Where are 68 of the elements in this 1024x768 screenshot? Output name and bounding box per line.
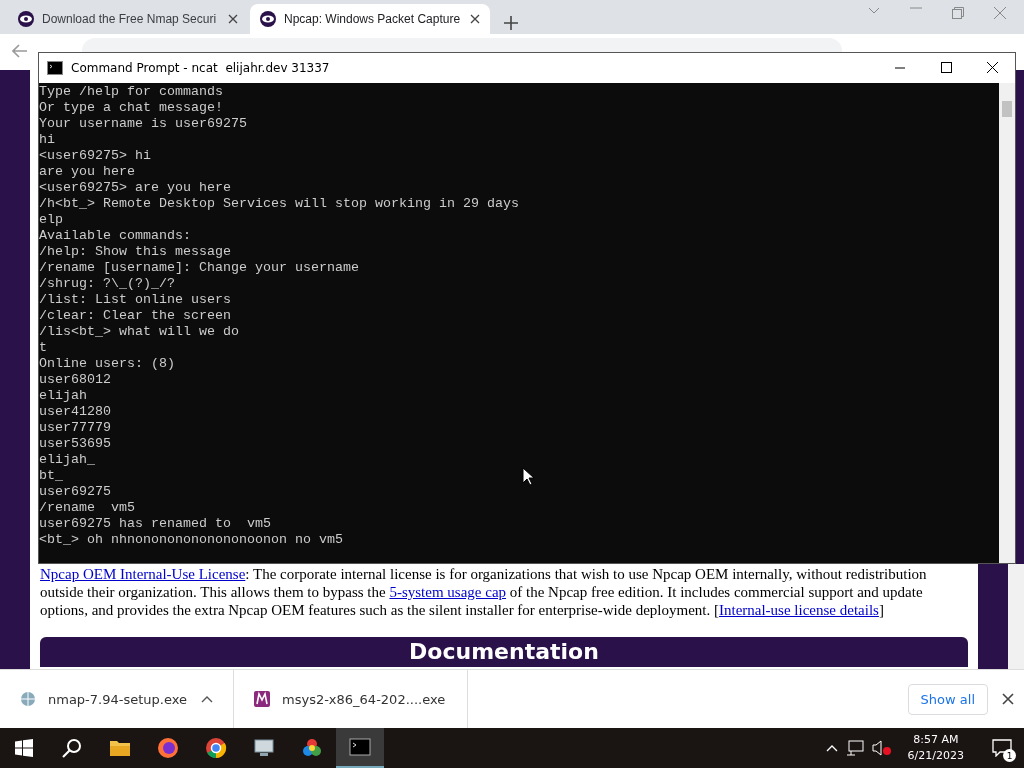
console-line: user69275 has renamed to vm5	[39, 516, 271, 532]
eye-icon	[260, 11, 276, 27]
section-heading: Documentation	[40, 637, 968, 667]
network-icon[interactable]	[845, 740, 864, 756]
console-line: user68012	[39, 372, 111, 388]
terminal-icon	[47, 61, 63, 75]
console-line: Online users: (8)	[39, 356, 175, 372]
console-line: elp	[39, 212, 63, 228]
console-line: /lis<bt_> what will we do	[39, 324, 239, 340]
scrollbar[interactable]	[999, 83, 1015, 563]
console-line: are you here	[39, 164, 135, 180]
restore-icon[interactable]	[952, 7, 964, 19]
console-line: elijah	[39, 388, 87, 404]
close-icon[interactable]	[228, 14, 238, 24]
monitor-icon[interactable]	[253, 738, 275, 758]
console-line: user53695	[39, 436, 111, 452]
chevron-down-icon[interactable]	[868, 7, 880, 15]
license-paragraph: Npcap OEM Internal-Use License: The corporate internal license is for organizations that wish to use Npcap OEM internally, without redistribution outside their organization. This allows them to bypass the 5-system usage cap of the Npcap free edition. It includes commercial support and update options, and provides the extra Npcap OEM features such as the silent installer for enterprise-wide deployment. [Internal-use license details]	[40, 565, 928, 619]
new-tab-icon[interactable]	[504, 16, 518, 30]
text-link[interactable]: 5-system usage cap	[389, 584, 507, 600]
console-line: Your username is user69275	[39, 116, 247, 132]
notification-icon[interactable]	[992, 739, 1012, 757]
console-line: hi	[39, 132, 55, 148]
close-icon[interactable]	[470, 14, 480, 24]
scrollbar[interactable]	[1008, 564, 1024, 669]
show-all-button[interactable]: Show all	[907, 683, 988, 715]
clock-date[interactable]: 6/21/2023	[907, 748, 964, 764]
globe-icon	[20, 691, 36, 707]
console-line: /clear: Clear the screen	[39, 308, 231, 324]
console-line: /list: List online users	[39, 292, 231, 308]
console-line: user77779	[39, 420, 111, 436]
browser-tab[interactable]: Npcap: Windows Packet Capture	[250, 4, 490, 34]
terminal-icon[interactable]	[349, 738, 371, 756]
taskbar-button[interactable]	[336, 728, 384, 768]
volume-muted-icon[interactable]	[871, 740, 892, 756]
eye-icon	[18, 11, 34, 27]
console-line: Available commands:	[39, 228, 191, 244]
firefox-icon[interactable]	[157, 737, 179, 759]
console-line: bt_	[39, 468, 63, 484]
search-icon[interactable]	[62, 738, 82, 758]
back-icon[interactable]	[12, 44, 28, 58]
console-line: /shrug: ?\_(?)_/?	[39, 276, 175, 292]
console-line: user69275	[39, 484, 111, 500]
console-line: t	[39, 340, 47, 356]
mouse-pointer-icon	[522, 467, 534, 486]
browser-tab[interactable]: Download the Free Nmap Securi	[8, 4, 248, 34]
console-line: Or type a chat message!	[39, 100, 223, 116]
notification-count: 1	[1003, 749, 1016, 762]
start-icon[interactable]	[15, 739, 33, 757]
console-line: /help: Show this message	[39, 244, 231, 260]
window-title: Command Prompt - ncat elijahr.dev 31337	[71, 61, 330, 75]
console-line: /rename [username]: Change your username	[39, 260, 359, 276]
text-link[interactable]: Internal-use license details	[718, 602, 879, 618]
msys-icon	[254, 691, 270, 707]
clock-time[interactable]: 8:57 AM	[913, 732, 959, 748]
console-line: user41280	[39, 404, 111, 420]
chevron-up-icon[interactable]	[201, 695, 213, 703]
folder-icon[interactable]	[109, 739, 131, 757]
console-line: /rename vm5	[39, 500, 135, 516]
console-line: /h<bt_> Remote Desktop Services will stop working in 29 days	[39, 196, 519, 212]
color-wheel-icon[interactable]	[301, 737, 323, 759]
console-line: elijah_	[39, 452, 95, 468]
console-line: Type /help for commands	[39, 84, 223, 100]
console-line: <user69275> hi	[39, 148, 151, 164]
chrome-icon[interactable]	[205, 737, 227, 759]
close-icon[interactable]	[1002, 693, 1014, 705]
console-line: <bt_> oh nhnonononononononoonon no vm5	[39, 532, 343, 548]
console-line: <user69275> are you here	[39, 180, 231, 196]
